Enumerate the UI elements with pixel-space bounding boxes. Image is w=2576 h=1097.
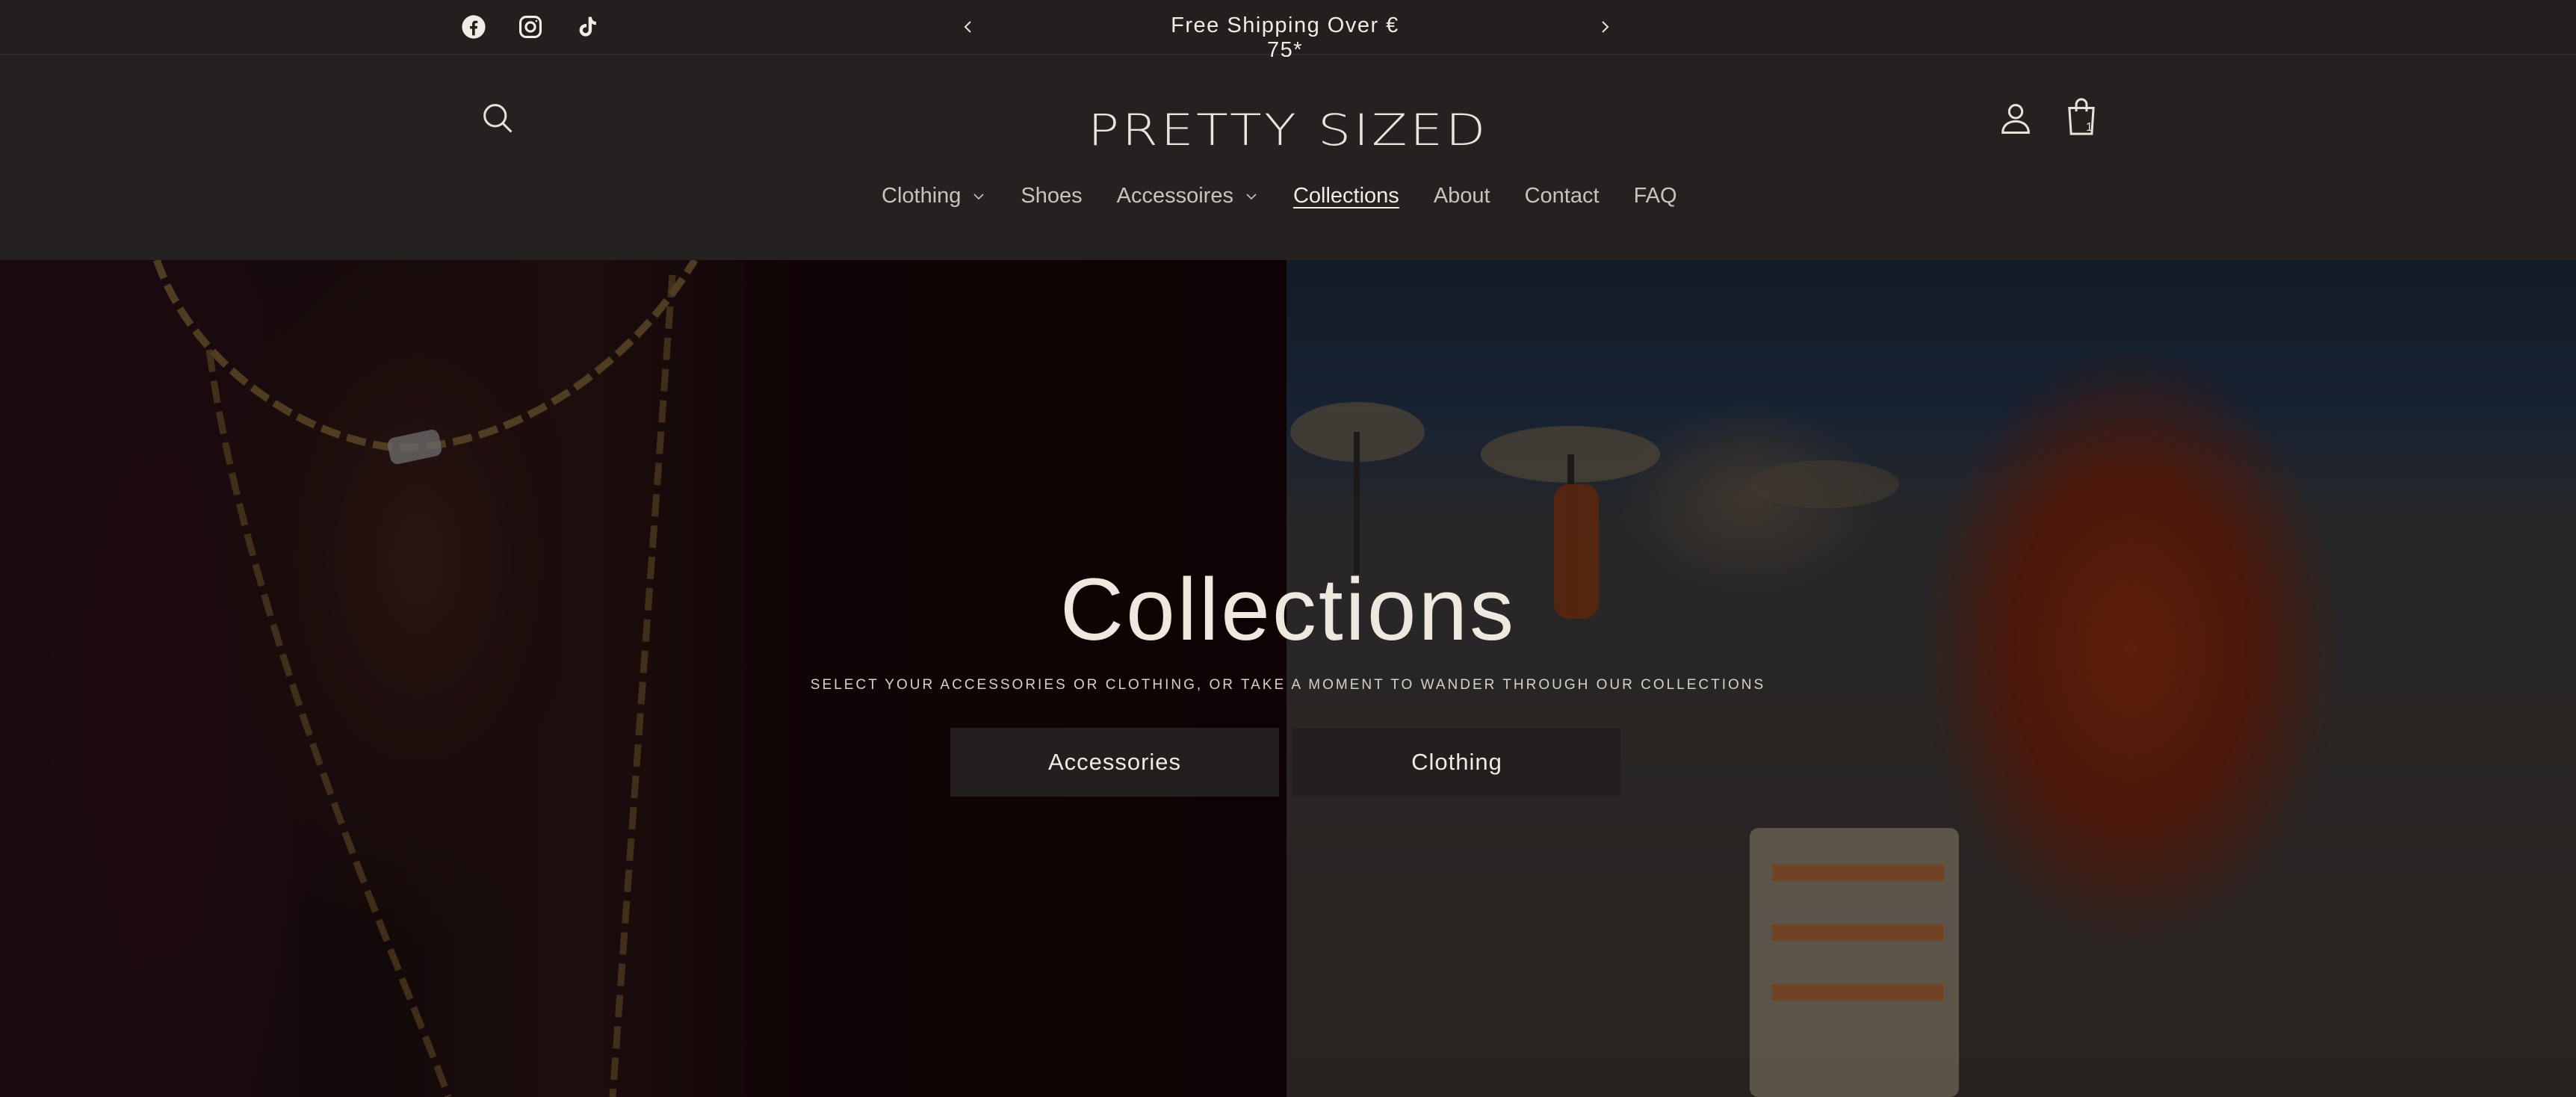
nav-item-accessoires[interactable]: Accessoires	[1117, 184, 1259, 208]
nav-item-label: Accessoires	[1116, 184, 1233, 208]
accessories-button[interactable]: Accessories	[950, 728, 1279, 797]
chevron-right-icon[interactable]	[1593, 15, 1617, 39]
hero-content: Collections SELECT YOUR ACCESSORIES OR C…	[0, 260, 2576, 1097]
chevron-down-icon	[973, 193, 984, 200]
nav-item-label: About	[1433, 184, 1490, 208]
nav-item-label: Clothing	[882, 184, 962, 208]
nav-item-shoes[interactable]: Shoes	[1021, 184, 1082, 208]
nav-item-label: Shoes	[1021, 184, 1083, 208]
nav-item-label: Collections	[1292, 184, 1399, 208]
nav-item-faq[interactable]: FAQ	[1634, 184, 1677, 208]
nav-item-clothing[interactable]: Clothing	[882, 184, 986, 208]
nav-item-collections[interactable]: Collections	[1293, 184, 1399, 208]
social-links	[459, 12, 602, 42]
nav-item-contact[interactable]: Contact	[1525, 184, 1600, 208]
account-icon[interactable]	[1996, 99, 2035, 137]
main-navigation: Clothing Shoes Accessoires Collections A…	[882, 184, 1712, 208]
clothing-button[interactable]: Clothing	[1292, 728, 1621, 797]
site-logo[interactable]: PRETTY SIZED	[1051, 99, 1525, 161]
nav-item-about[interactable]: About	[1434, 184, 1490, 208]
announcement-text: Free Shipping Over € 75*	[1171, 13, 1399, 62]
site-header: PRETTY SIZED 1 Clothing Shoes Accessoire…	[0, 57, 2576, 260]
hero-banner: Collections SELECT YOUR ACCESSORIES OR C…	[0, 260, 2576, 1097]
chevron-left-icon[interactable]	[956, 15, 980, 39]
nav-item-label: Contact	[1524, 184, 1600, 208]
cart-count: 1	[2086, 121, 2093, 134]
hero-title: Collections	[1059, 560, 1517, 659]
announcement-bar: Free Shipping Over € 75*	[0, 0, 2576, 62]
instagram-icon[interactable]	[515, 12, 545, 42]
hero-subtitle: SELECT YOUR ACCESSORIES OR CLOTHING, OR …	[810, 677, 1766, 693]
chevron-down-icon	[1246, 193, 1257, 200]
nav-item-label: FAQ	[1633, 184, 1677, 208]
tiktok-icon[interactable]	[572, 12, 602, 42]
facebook-icon[interactable]	[459, 12, 489, 42]
search-icon[interactable]	[478, 99, 517, 137]
cart-icon[interactable]	[2061, 94, 2102, 139]
